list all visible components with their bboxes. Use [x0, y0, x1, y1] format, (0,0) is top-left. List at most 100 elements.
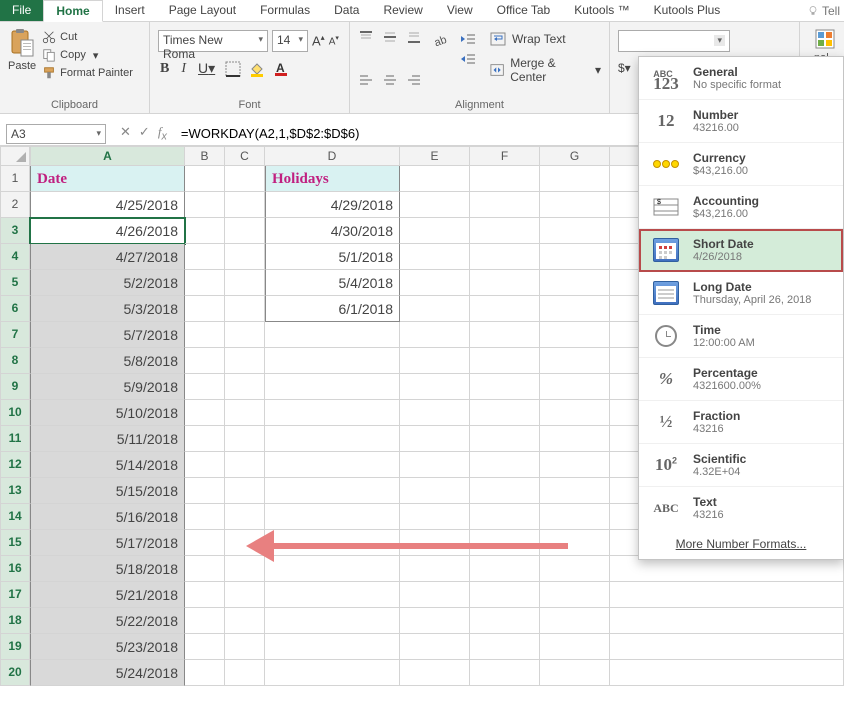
cell[interactable] — [400, 244, 470, 270]
merge-center-button[interactable]: Merge & Center ▾ — [490, 56, 601, 84]
cell[interactable] — [225, 374, 265, 400]
cell[interactable] — [540, 322, 610, 348]
cell[interactable] — [470, 270, 540, 296]
underline-button[interactable]: U▾ — [196, 60, 217, 78]
row-header[interactable]: 12 — [0, 452, 30, 478]
cell[interactable] — [185, 270, 225, 296]
cell[interactable] — [400, 608, 470, 634]
cell[interactable]: 4/29/2018 — [265, 192, 400, 218]
cell[interactable] — [225, 322, 265, 348]
cell[interactable] — [225, 582, 265, 608]
cell[interactable]: 5/21/2018 — [30, 582, 185, 608]
cell[interactable] — [400, 660, 470, 686]
tab-formulas[interactable]: Formulas — [248, 0, 322, 21]
cell[interactable] — [470, 348, 540, 374]
cell[interactable]: 5/7/2018 — [30, 322, 185, 348]
tab-kutools-plus[interactable]: Kutools Plus — [642, 0, 733, 21]
row-header[interactable]: 3 — [0, 218, 30, 244]
format-option-accounting[interactable]: $Accounting$43,216.00 — [639, 186, 843, 229]
cell[interactable]: Holidays — [265, 166, 400, 192]
font-family-select[interactable]: Times New Roma — [158, 30, 268, 52]
cell[interactable] — [470, 504, 540, 530]
cell[interactable] — [400, 452, 470, 478]
tab-home[interactable]: Home — [43, 0, 102, 22]
cell[interactable] — [400, 322, 470, 348]
cell[interactable] — [540, 582, 610, 608]
select-all-corner[interactable] — [0, 146, 30, 166]
row-header[interactable]: 11 — [0, 426, 30, 452]
cell[interactable] — [185, 660, 225, 686]
tab-insert[interactable]: Insert — [103, 0, 157, 21]
cell[interactable]: 5/8/2018 — [30, 348, 185, 374]
cell[interactable] — [470, 582, 540, 608]
cell[interactable] — [225, 270, 265, 296]
format-option-shortdate[interactable]: Short Date4/26/2018 — [639, 229, 843, 272]
accept-formula-icon[interactable]: ✓ — [139, 124, 150, 143]
bold-button[interactable]: B — [158, 61, 171, 77]
col-header-F[interactable]: F — [470, 146, 540, 166]
cell[interactable] — [470, 244, 540, 270]
cell[interactable] — [470, 296, 540, 322]
cell[interactable] — [400, 374, 470, 400]
cell[interactable] — [400, 400, 470, 426]
col-header-A[interactable]: A — [30, 146, 185, 166]
cell[interactable] — [540, 166, 610, 192]
format-option-percentage[interactable]: %Percentage4321600.00% — [639, 358, 843, 401]
format-option-general[interactable]: ABC123GeneralNo specific format — [639, 57, 843, 100]
cell[interactable] — [540, 504, 610, 530]
increase-indent-icon[interactable] — [460, 52, 476, 66]
cell[interactable] — [400, 634, 470, 660]
cell[interactable] — [185, 322, 225, 348]
cell[interactable] — [225, 192, 265, 218]
cell[interactable]: 5/11/2018 — [30, 426, 185, 452]
cell[interactable]: 5/23/2018 — [30, 634, 185, 660]
align-bottom-icon[interactable] — [406, 30, 422, 44]
accounting-format-icon[interactable]: $▾ — [618, 61, 631, 75]
cell[interactable] — [540, 452, 610, 478]
decrease-font-icon[interactable]: A▾ — [329, 34, 339, 47]
cell[interactable] — [185, 192, 225, 218]
cell[interactable] — [470, 166, 540, 192]
cell[interactable] — [225, 218, 265, 244]
cell[interactable] — [470, 452, 540, 478]
fx-icon[interactable]: fx — [158, 124, 167, 143]
cell[interactable] — [185, 426, 225, 452]
cell[interactable] — [540, 296, 610, 322]
row-header[interactable]: 19 — [0, 634, 30, 660]
cell[interactable] — [400, 348, 470, 374]
cell[interactable] — [400, 218, 470, 244]
row-header[interactable]: 15 — [0, 530, 30, 556]
cell[interactable] — [265, 322, 400, 348]
cell[interactable] — [185, 634, 225, 660]
cell[interactable] — [400, 426, 470, 452]
tab-page-layout[interactable]: Page Layout — [157, 0, 248, 21]
orientation-icon[interactable]: ab — [434, 32, 450, 48]
col-header-B[interactable]: B — [185, 146, 225, 166]
cell[interactable] — [185, 504, 225, 530]
cell[interactable] — [185, 478, 225, 504]
cell[interactable] — [470, 608, 540, 634]
cell[interactable] — [540, 348, 610, 374]
cell[interactable] — [185, 608, 225, 634]
cell[interactable] — [185, 582, 225, 608]
format-option-time[interactable]: Time12:00:00 AM — [639, 315, 843, 358]
row-header[interactable]: 10 — [0, 400, 30, 426]
format-option-scientific[interactable]: 102Scientific4.32E+04 — [639, 444, 843, 487]
cell[interactable] — [185, 166, 225, 192]
copy-button[interactable]: Copy ▾ — [42, 48, 133, 62]
number-format-select[interactable] — [618, 30, 730, 52]
increase-font-icon[interactable]: A▴ — [312, 33, 325, 48]
cell[interactable] — [540, 478, 610, 504]
cell[interactable]: 5/24/2018 — [30, 660, 185, 686]
cell[interactable] — [265, 504, 400, 530]
more-number-formats[interactable]: More Number Formats... — [639, 529, 843, 559]
cell[interactable] — [265, 582, 400, 608]
cell[interactable] — [265, 634, 400, 660]
cell[interactable] — [470, 660, 540, 686]
cell[interactable]: 5/15/2018 — [30, 478, 185, 504]
cell[interactable] — [265, 426, 400, 452]
cell[interactable] — [225, 478, 265, 504]
cell[interactable] — [185, 348, 225, 374]
cell[interactable] — [225, 348, 265, 374]
row-header[interactable]: 6 — [0, 296, 30, 322]
